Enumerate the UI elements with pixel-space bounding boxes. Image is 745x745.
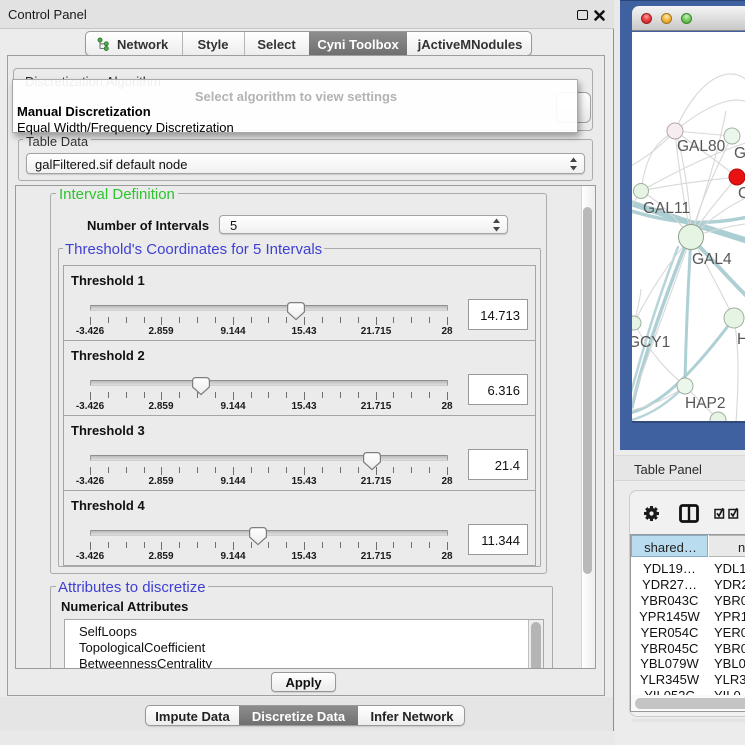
svg-text:HAP2: HAP2 [685,395,726,412]
svg-text:H: H [737,331,745,348]
svg-text:C: C [738,185,745,202]
svg-text:GA: GA [734,145,745,162]
svg-text:GCY1: GCY1 [632,334,670,351]
svg-text:GAL11: GAL11 [643,200,690,217]
svg-text:GAL80: GAL80 [677,138,726,155]
svg-text:GAL4: GAL4 [692,251,732,268]
